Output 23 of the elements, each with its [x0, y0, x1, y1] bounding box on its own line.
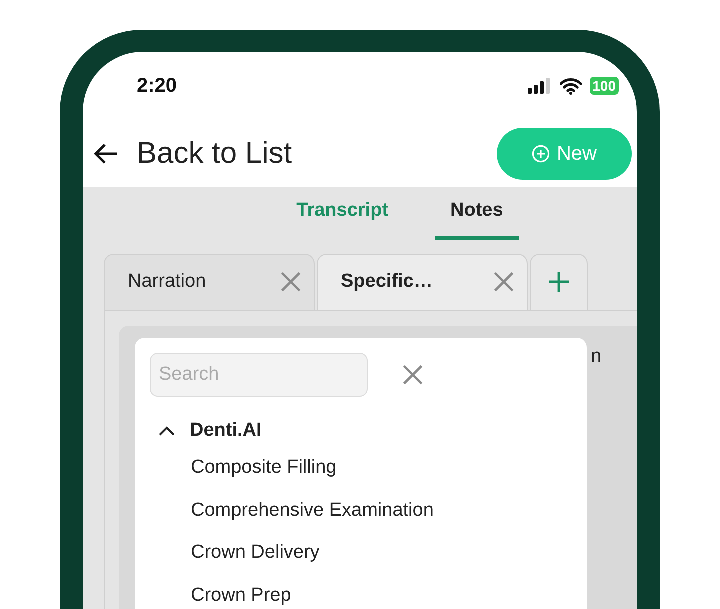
- wifi-icon: [560, 78, 582, 94]
- close-icon[interactable]: [493, 271, 515, 293]
- close-icon[interactable]: [280, 271, 302, 293]
- text-fragment: n: [591, 344, 602, 362]
- plus-circle-icon: [532, 144, 550, 162]
- plus-icon: [548, 271, 570, 293]
- back-arrow-icon[interactable]: [93, 142, 119, 164]
- status-time: 2:20: [137, 74, 178, 99]
- list-item[interactable]: Crown Delivery: [191, 532, 320, 574]
- close-icon[interactable]: [402, 364, 424, 386]
- list-item[interactable]: Composite Filling: [191, 447, 337, 490]
- list-item[interactable]: Comprehensive Examination: [191, 490, 434, 532]
- add-tab-button[interactable]: [530, 254, 588, 310]
- view-tab[interactable]: Notes: [434, 197, 520, 240]
- document-tab[interactable]: Narration: [104, 254, 315, 310]
- search-field[interactable]: Search: [150, 352, 368, 396]
- signal-icon: [528, 78, 552, 94]
- chevron-up-icon: [158, 424, 176, 437]
- document-tab[interactable]: Specific…: [317, 254, 528, 310]
- list-item[interactable]: Crown Prep: [191, 574, 292, 609]
- back-button[interactable]: Back to List: [93, 131, 292, 176]
- group-header[interactable]: Denti.AI: [158, 416, 262, 445]
- battery-indicator: 100: [590, 77, 619, 95]
